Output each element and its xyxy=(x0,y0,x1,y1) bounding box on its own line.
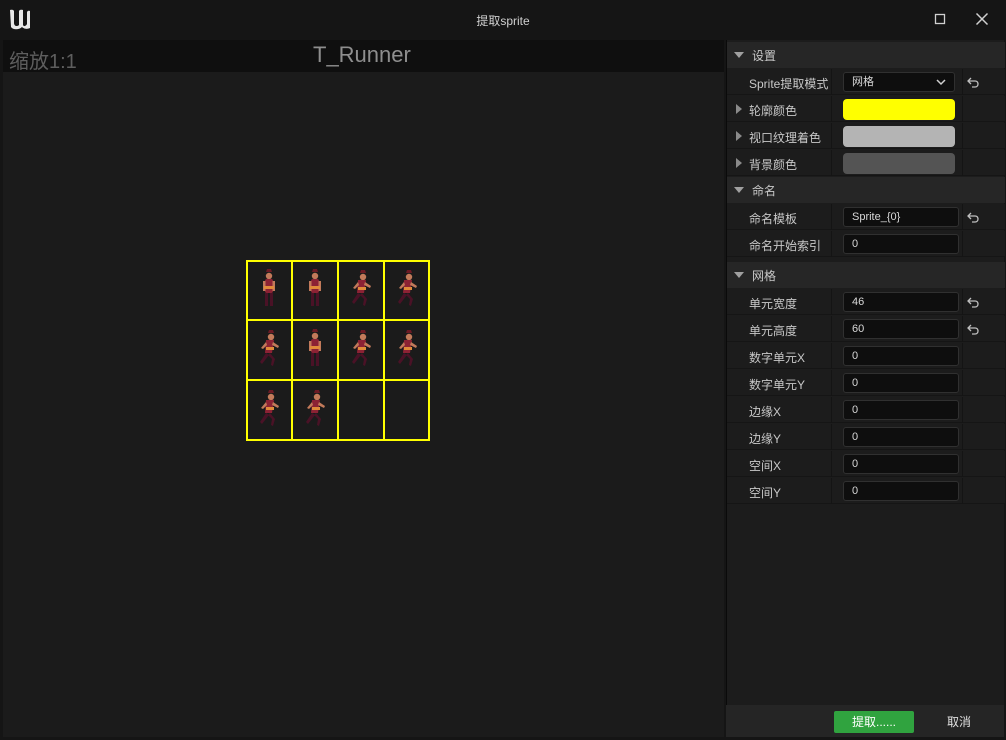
close-button[interactable] xyxy=(967,8,997,30)
dialog-footer: 提取...... 取消 xyxy=(726,705,1004,737)
maximize-button[interactable] xyxy=(925,8,955,30)
chevron-down-icon xyxy=(936,79,946,86)
category-naming[interactable]: 命名 xyxy=(727,177,1005,203)
window-title: 提取sprite xyxy=(476,14,530,28)
category-label: 命名 xyxy=(752,183,777,198)
property-label: 轮廓颜色 xyxy=(749,104,798,118)
row-margin-y: 边缘Y 0 xyxy=(727,424,1005,450)
naming-template-input[interactable]: Sprite_{0} xyxy=(843,207,959,227)
row-cell-width: 单元宽度 46 xyxy=(727,289,1005,315)
background-color-swatch[interactable] xyxy=(843,153,955,174)
triangle-down-icon xyxy=(734,52,744,58)
row-margin-x: 边缘X 0 xyxy=(727,397,1005,423)
row-num-cells-x: 数字单元X 0 xyxy=(727,343,1005,369)
triangle-right-icon[interactable] xyxy=(736,131,742,141)
property-label: 背景颜色 xyxy=(749,158,798,172)
row-spacing-x: 空间X 0 xyxy=(727,451,1005,477)
num-cells-y-input[interactable]: 0 xyxy=(843,373,959,393)
category-label: 网格 xyxy=(752,268,777,283)
outline-color-swatch[interactable] xyxy=(843,99,955,120)
cancel-button[interactable]: 取消 xyxy=(926,711,992,733)
maximize-icon xyxy=(934,13,946,25)
naming-start-index-input[interactable]: 0 xyxy=(843,234,959,254)
cell-height-input[interactable]: 60 xyxy=(843,319,959,339)
property-label: 视口纹理着色 xyxy=(749,131,822,145)
row-cell-height: 单元高度 60 xyxy=(727,316,1005,342)
spacing-y-input[interactable]: 0 xyxy=(843,481,959,501)
property-label: 数字单元Y xyxy=(749,378,806,392)
property-label: 边缘Y xyxy=(749,432,782,446)
extract-button[interactable]: 提取...... xyxy=(834,711,914,733)
triangle-right-icon[interactable] xyxy=(736,158,742,168)
cell-width-input[interactable]: 46 xyxy=(843,292,959,312)
details-panel: 设置 Sprite提取模式 网格 轮廓颜色 视口纹理着色 背景颜色 命名 命名模… xyxy=(726,40,1005,705)
sprite-viewport[interactable]: 缩放1:1 T_Runner xyxy=(3,40,724,737)
property-label: 数字单元X xyxy=(749,351,806,365)
property-label: 空间Y xyxy=(749,486,782,500)
property-label: 空间X xyxy=(749,459,782,473)
property-label: 单元高度 xyxy=(749,324,798,338)
triangle-right-icon[interactable] xyxy=(736,104,742,114)
category-settings[interactable]: 设置 xyxy=(727,42,1005,68)
close-icon xyxy=(975,12,989,26)
dropdown-value: 网格 xyxy=(852,76,874,88)
title-bar: 提取sprite xyxy=(0,0,1006,38)
category-grid[interactable]: 网格 xyxy=(727,262,1005,288)
row-background-color: 背景颜色 xyxy=(727,150,1005,176)
row-spacing-y: 空间Y 0 xyxy=(727,478,1005,504)
triangle-down-icon xyxy=(734,187,744,193)
reset-arrow-icon[interactable] xyxy=(966,322,980,336)
tint-color-swatch[interactable] xyxy=(843,126,955,147)
margin-x-input[interactable]: 0 xyxy=(843,400,959,420)
property-label: 边缘X xyxy=(749,405,782,419)
texture-name: T_Runner xyxy=(313,42,411,67)
triangle-down-icon xyxy=(734,272,744,278)
category-label: 设置 xyxy=(752,48,777,63)
num-cells-x-input[interactable]: 0 xyxy=(843,346,959,366)
extract-mode-dropdown[interactable]: 网格 xyxy=(843,72,955,92)
property-label: 命名模板 xyxy=(749,212,798,226)
sprite-sheet[interactable] xyxy=(246,260,430,441)
reset-arrow-icon[interactable] xyxy=(966,210,980,224)
property-label: Sprite提取模式 xyxy=(749,77,829,91)
reset-arrow-icon[interactable] xyxy=(966,295,980,309)
row-extract-mode: Sprite提取模式 网格 xyxy=(727,69,1005,95)
zoom-label: 缩放1:1 xyxy=(9,51,77,73)
property-label: 单元宽度 xyxy=(749,297,798,311)
margin-y-input[interactable]: 0 xyxy=(843,427,959,447)
row-outline-color: 轮廓颜色 xyxy=(727,96,1005,122)
viewport-header: 缩放1:1 T_Runner xyxy=(3,40,724,73)
reset-arrow-icon[interactable] xyxy=(966,75,980,89)
row-viewport-tint: 视口纹理着色 xyxy=(727,123,1005,149)
row-naming-template: 命名模板 Sprite_{0} xyxy=(727,204,1005,230)
row-naming-start-index: 命名开始索引 0 xyxy=(727,231,1005,257)
row-num-cells-y: 数字单元Y 0 xyxy=(727,370,1005,396)
spacing-x-input[interactable]: 0 xyxy=(843,454,959,474)
property-label: 命名开始索引 xyxy=(749,239,822,253)
